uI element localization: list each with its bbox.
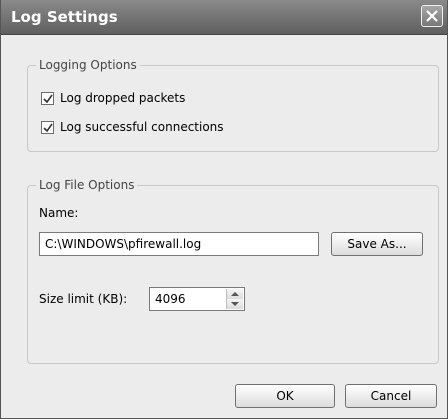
checkmark-icon xyxy=(43,94,53,104)
spinner-arrows xyxy=(226,289,243,309)
checkmark-icon xyxy=(43,123,53,133)
chevron-up-icon xyxy=(231,292,239,296)
checkbox-box[interactable] xyxy=(41,92,54,105)
cancel-button[interactable]: Cancel xyxy=(345,384,437,408)
logging-options-group: Logging Options xyxy=(27,58,439,152)
log-file-options-legend: Log File Options xyxy=(39,178,135,192)
size-limit-spinner[interactable]: 4096 xyxy=(149,287,245,311)
size-limit-value[interactable]: 4096 xyxy=(155,292,186,306)
log-file-options-group: Log File Options xyxy=(27,178,439,364)
logging-options-legend: Logging Options xyxy=(39,58,137,72)
title-bar[interactable]: Log Settings xyxy=(1,0,447,35)
log-settings-dialog: Log Settings Logging Options Log dropped… xyxy=(0,0,448,419)
checkbox-box[interactable] xyxy=(41,121,54,134)
log-successful-connections-label: Log successful connections xyxy=(60,120,224,134)
close-icon xyxy=(426,10,438,22)
log-dropped-packets-label: Log dropped packets xyxy=(60,91,186,105)
ok-button[interactable]: OK xyxy=(235,384,335,408)
close-button[interactable] xyxy=(421,5,443,27)
size-limit-label: Size limit (KB): xyxy=(39,292,128,306)
spinner-down-button[interactable] xyxy=(227,299,243,309)
log-file-name-input[interactable]: C:\WINDOWS\pfirewall.log xyxy=(39,232,319,256)
chevron-down-icon xyxy=(231,302,239,306)
name-label: Name: xyxy=(39,206,79,220)
save-as-button[interactable]: Save As... xyxy=(331,232,423,256)
dialog-title: Log Settings xyxy=(11,8,118,26)
